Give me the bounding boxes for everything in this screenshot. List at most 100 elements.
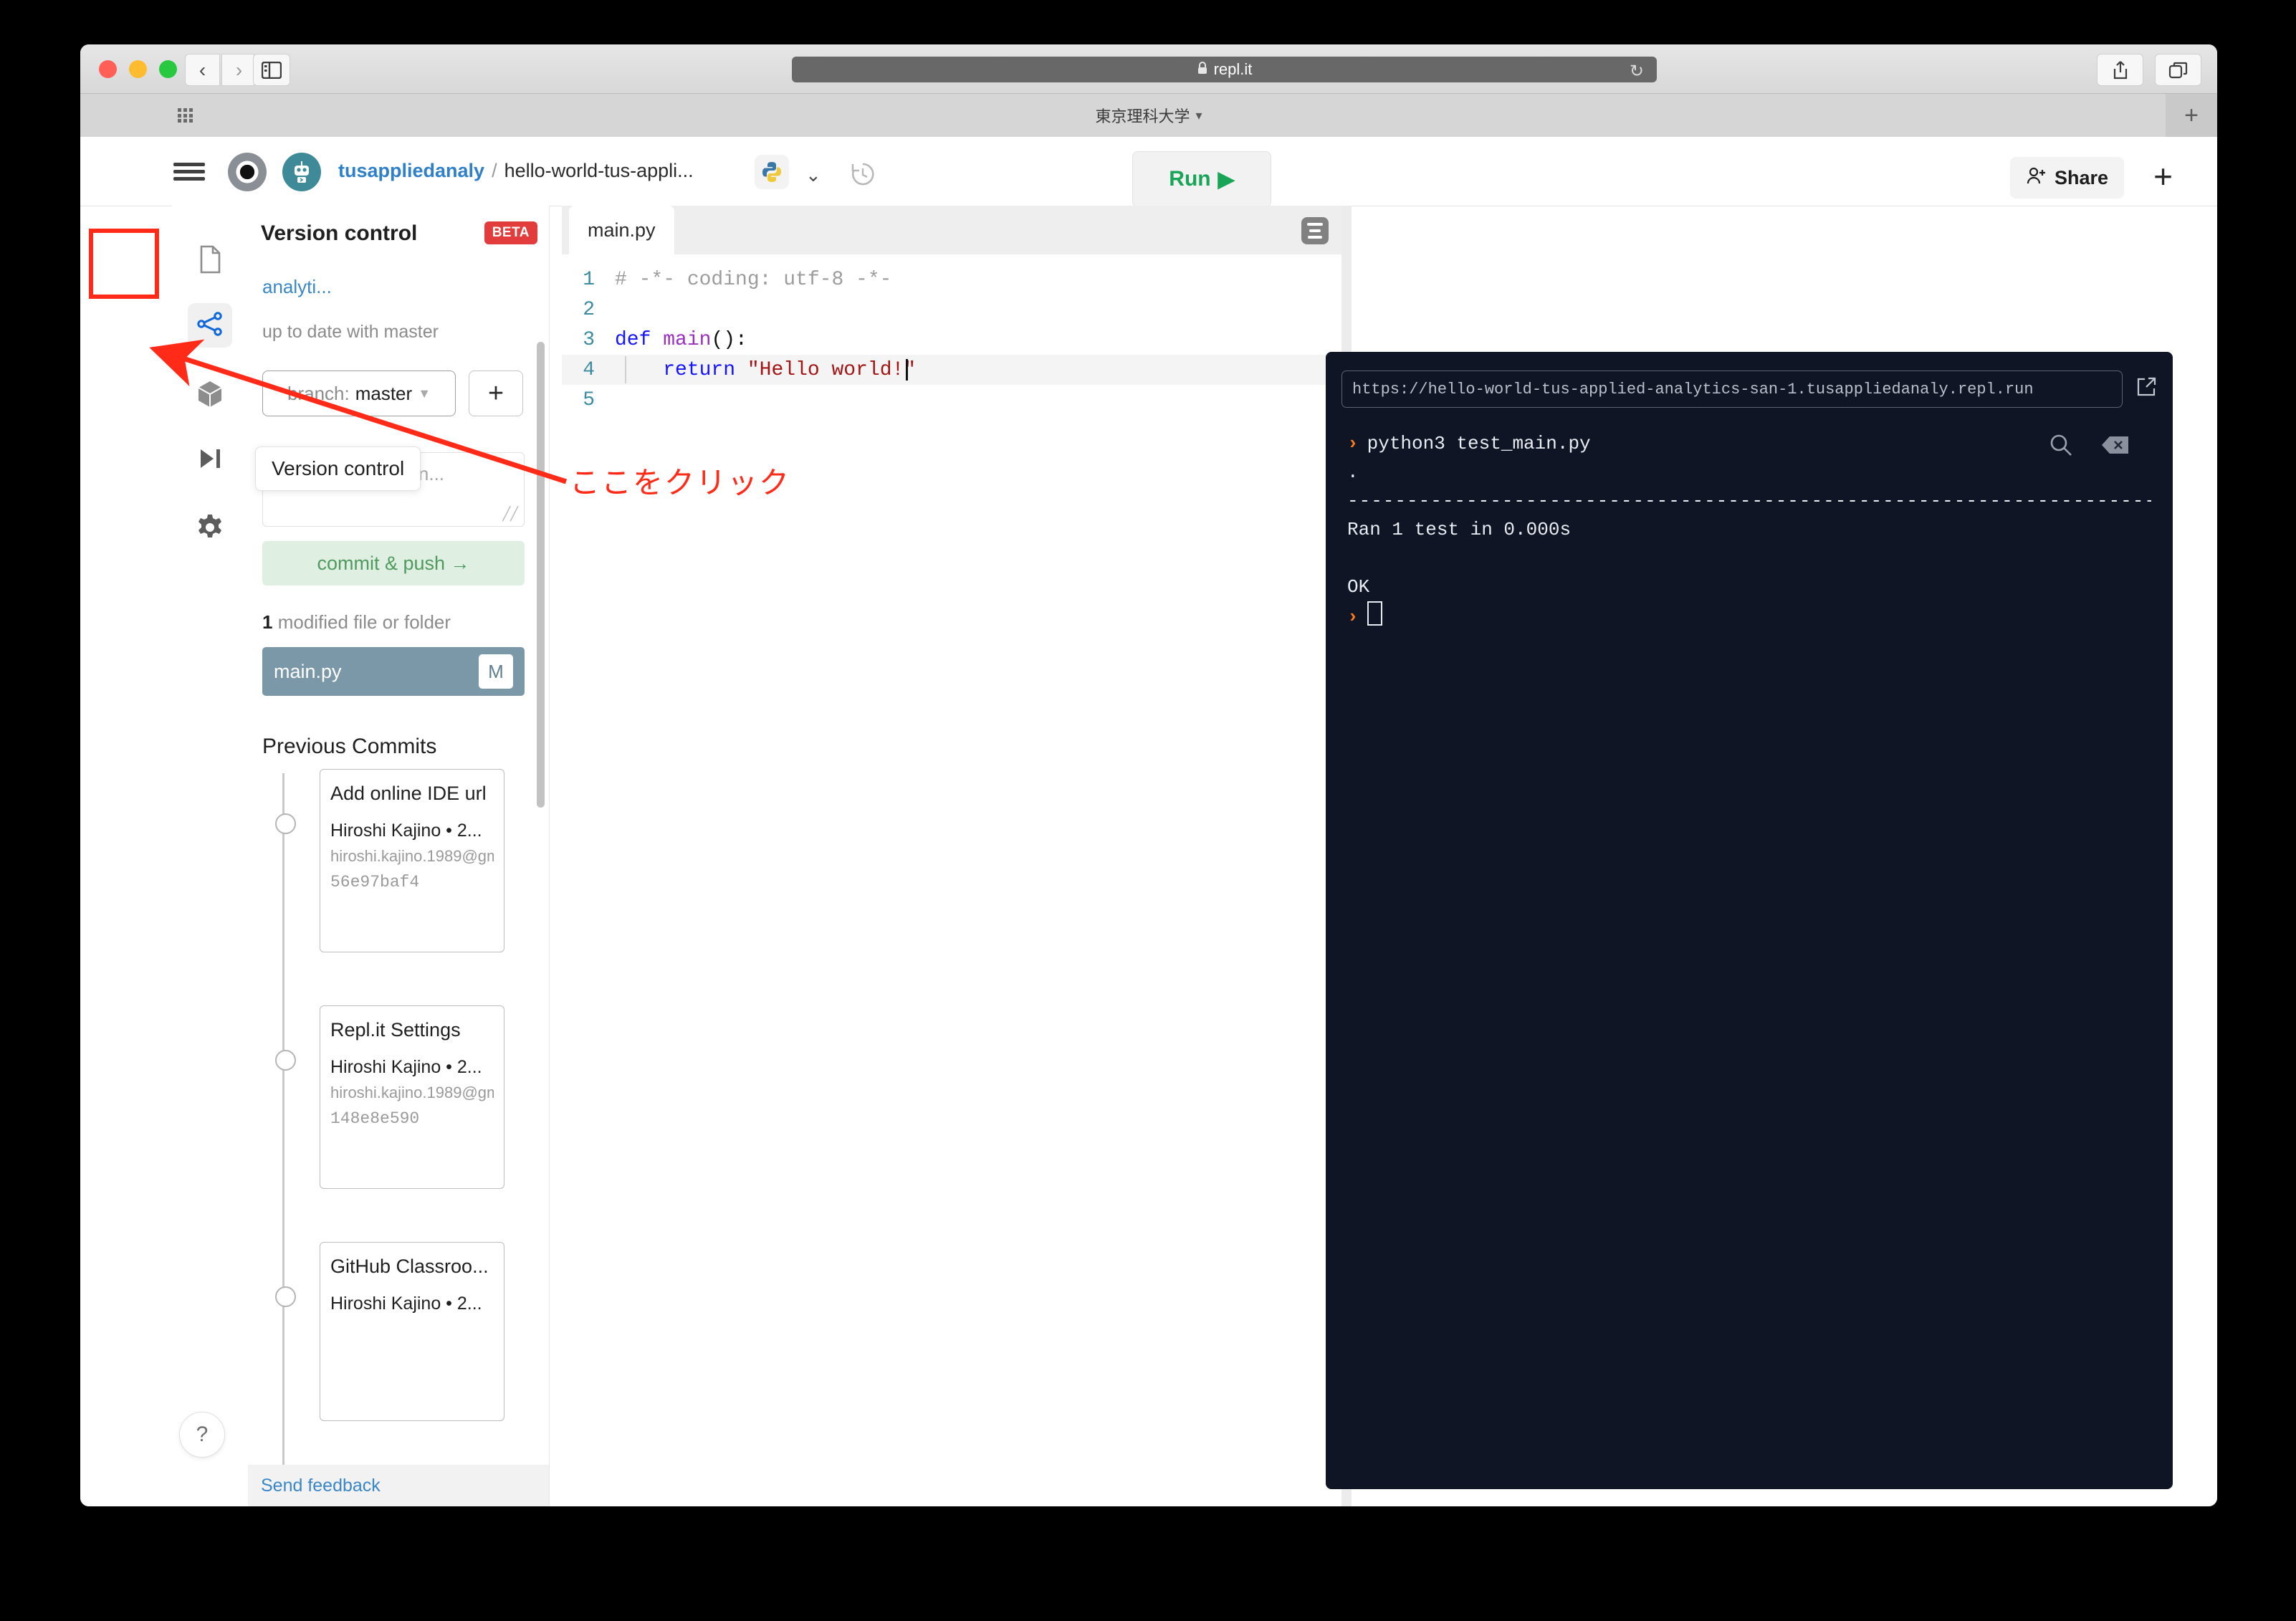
line-number: 5 (583, 388, 595, 411)
commit-author: Hiroshi Kajino • 2... (330, 1057, 482, 1077)
sidebar-item-settings[interactable] (188, 507, 232, 551)
previous-commits-title: Previous Commits (262, 735, 437, 758)
send-feedback-bar[interactable]: Send feedback (248, 1465, 549, 1506)
branch-value: master (355, 382, 413, 404)
console-prompt-line: › (1347, 601, 2151, 631)
sidebar-item-packages[interactable] (188, 373, 232, 418)
desktop-background: ‹ › repl.it ↻ 東京理科大学 ▾ + tusappliedanaly… (0, 0, 2296, 1621)
console-command-line: › python3 test_main.py (1347, 429, 2151, 458)
editor-tab-label: main.py (588, 219, 656, 241)
replit-logo-icon[interactable] (228, 153, 267, 191)
commit-node (275, 1050, 296, 1071)
browser-tabbar: 東京理科大学 ▾ + (80, 94, 2217, 138)
version-control-tooltip: Version control (255, 446, 421, 491)
window-controls[interactable] (99, 60, 177, 78)
debug-step-icon (196, 446, 224, 474)
add-branch-button[interactable]: + (469, 370, 523, 416)
branch-selector[interactable]: branch: master ▼ (262, 370, 456, 416)
maximize-window-button[interactable] (159, 60, 177, 78)
commit-and-push-label: commit & push → (317, 552, 470, 574)
panel-scrollbar[interactable] (537, 342, 545, 808)
editor-tab-main-py[interactable]: main.py (569, 206, 674, 254)
commit-title: Add online IDE url (330, 783, 487, 804)
code-line: 1 # -*- coding: utf-8 -*- (562, 264, 1341, 295)
external-link-icon[interactable] (2135, 376, 2157, 401)
line-number: 3 (583, 328, 595, 351)
commit-email: hiroshi.kajino.1989@gm... (330, 1084, 494, 1101)
play-icon: ▶ (1218, 167, 1235, 191)
console-result-line: Ran 1 test in 0.000s (1347, 519, 1572, 540)
code-line: 2 (562, 295, 1341, 325)
python-icon[interactable] (755, 155, 789, 189)
modified-count-text: modified file or folder (277, 611, 451, 633)
add-pane-button[interactable]: + (2153, 160, 2173, 193)
chevron-down-icon[interactable]: ⌄ (805, 164, 821, 186)
replit-app: tusappliedanaly / hello-world-tus-appli.… (80, 137, 2217, 1506)
tooltip-label: Version control (272, 457, 405, 479)
code-function-name: main (663, 328, 712, 351)
new-tab-button[interactable]: + (2166, 94, 2217, 137)
text-cursor (906, 359, 909, 381)
modified-count-number: 1 (262, 611, 273, 633)
console-prompt: › (1347, 433, 1359, 454)
panel-title: Version control (261, 221, 418, 245)
code-editor: main.py 1 # -*- coding: utf-8 -*- 2 3 de… (562, 206, 1341, 1506)
line-number: 2 (583, 298, 595, 321)
code-text: # -*- coding: utf-8 -*- (615, 268, 892, 291)
send-feedback-link[interactable]: Send feedback (261, 1476, 381, 1496)
repository-link[interactable]: analyti... (262, 276, 332, 298)
commit-hash: 148e8e590 (330, 1109, 420, 1128)
history-icon[interactable] (848, 160, 877, 192)
console-output[interactable]: › python3 test_main.py . ----------------… (1347, 429, 2151, 631)
sidebar-item-files[interactable] (188, 239, 232, 283)
hamburger-menu-icon[interactable] (173, 163, 205, 181)
modified-count: 1 modified file or folder (262, 611, 451, 633)
console-prompt: › (1347, 606, 1359, 628)
breadcrumb-separator: / (492, 160, 497, 181)
commit-card[interactable]: GitHub Classroo... Hiroshi Kajino • 2... (320, 1242, 504, 1421)
sidebar-item-debugger[interactable] (188, 438, 232, 482)
resize-grip-icon[interactable]: ╱╱ (502, 507, 518, 522)
commit-card[interactable]: Add online IDE url Hiroshi Kajino • 2...… (320, 769, 504, 952)
editor-options-icon[interactable] (1301, 217, 1329, 244)
line-number: 1 (583, 268, 595, 291)
commit-title: GitHub Classroo... (330, 1256, 489, 1277)
forward-icon[interactable]: › (221, 54, 257, 86)
browser-tab-label: 東京理科大学 (1095, 107, 1190, 125)
robot-avatar-icon[interactable] (282, 153, 321, 191)
code-line: 5 (562, 385, 1341, 415)
console-output-dot: . (1347, 462, 1359, 483)
commit-and-push-button[interactable]: commit & push → (262, 541, 525, 585)
chevron-down-icon[interactable]: ▾ (1195, 108, 1202, 123)
sidebar-item-version-control[interactable] (188, 303, 232, 348)
minimize-window-button[interactable] (129, 60, 147, 78)
share-button[interactable]: Share (2009, 157, 2124, 199)
code-keyword: def (615, 328, 651, 351)
navigation-buttons[interactable]: ‹ › (185, 54, 257, 86)
console-command: python3 test_main.py (1367, 433, 1591, 454)
run-button[interactable]: Run ▶ (1132, 151, 1271, 207)
commit-node (275, 813, 296, 834)
console-url-field[interactable]: https://hello-world-tus-applied-analytic… (1341, 370, 2123, 408)
run-button-label: Run (1169, 167, 1211, 191)
show-tabs-icon[interactable] (2155, 54, 2201, 86)
commit-card[interactable]: Repl.it Settings Hiroshi Kajino • 2... h… (320, 1005, 504, 1189)
back-icon[interactable]: ‹ (185, 54, 220, 86)
lock-icon (1197, 61, 1208, 79)
close-window-button[interactable] (99, 60, 117, 78)
modified-file-row[interactable]: main.py M (262, 647, 525, 696)
commit-title: Repl.it Settings (330, 1019, 461, 1041)
editor-code-area[interactable]: 1 # -*- coding: utf-8 -*- 2 3 def main (… (562, 254, 1341, 1506)
reload-icon[interactable]: ↻ (1630, 61, 1644, 82)
breadcrumb-repo[interactable]: hello-world-tus-appli... (504, 160, 694, 182)
help-button[interactable]: ? (179, 1412, 225, 1458)
sidebar-toggle-icon[interactable] (253, 54, 290, 86)
share-icon[interactable] (2097, 54, 2143, 86)
breadcrumb-owner[interactable]: tusappliedanaly (338, 160, 484, 182)
indent-guide (625, 356, 626, 383)
editor-tabstrip: main.py (562, 206, 1341, 254)
status-badge: M (479, 654, 513, 689)
browser-tab[interactable]: 東京理科大学 ▾ (80, 94, 2217, 137)
address-bar[interactable]: repl.it ↻ (792, 57, 1657, 82)
version-control-header: Version control BETA (248, 206, 549, 257)
